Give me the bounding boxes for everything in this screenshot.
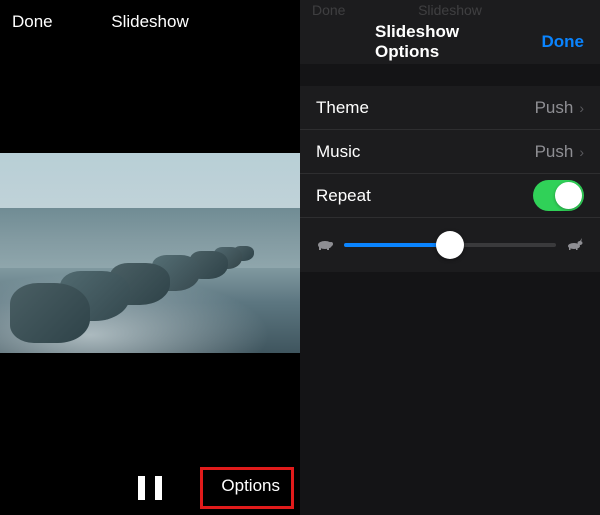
repeat-toggle[interactable] — [533, 180, 584, 211]
dimmed-title: Slideshow — [418, 2, 482, 18]
hare-icon — [566, 237, 584, 253]
options-button[interactable]: Options — [213, 469, 288, 503]
toggle-knob — [555, 182, 582, 209]
empty-area — [300, 272, 600, 515]
dimmed-background-header: Done Slideshow — [300, 0, 600, 20]
player-title: Slideshow — [111, 12, 189, 32]
dimmed-done: Done — [312, 2, 345, 18]
options-list: Theme Push › Music Push › Repeat — [300, 86, 600, 272]
slideshow-player-screen: Done Slideshow Options — [0, 0, 300, 515]
music-row[interactable]: Music Push › — [300, 130, 600, 174]
photo-viewport — [0, 44, 300, 461]
music-value: Push — [535, 142, 574, 162]
chevron-right-icon: › — [579, 144, 584, 160]
slider-fill — [344, 243, 450, 247]
music-label: Music — [316, 142, 535, 162]
repeat-row: Repeat — [300, 174, 600, 218]
player-header: Done Slideshow — [0, 0, 300, 44]
tortoise-icon — [316, 237, 334, 253]
slideshow-photo — [0, 153, 300, 353]
speed-slider-row — [300, 218, 600, 272]
options-sheet-title: Slideshow Options — [375, 22, 525, 62]
chevron-right-icon: › — [579, 100, 584, 116]
theme-label: Theme — [316, 98, 535, 118]
done-button[interactable]: Done — [12, 12, 53, 32]
pause-button[interactable] — [138, 476, 162, 500]
slider-thumb — [436, 231, 464, 259]
pause-icon — [138, 476, 145, 500]
theme-row[interactable]: Theme Push › — [300, 86, 600, 130]
section-gap — [300, 64, 600, 86]
pause-icon — [155, 476, 162, 500]
slideshow-options-screen: Done Slideshow Slideshow Options Done Th… — [300, 0, 600, 515]
repeat-label: Repeat — [316, 186, 533, 206]
options-sheet-header: Slideshow Options Done — [300, 20, 600, 64]
theme-value: Push — [535, 98, 574, 118]
done-button[interactable]: Done — [542, 32, 585, 52]
player-footer: Options — [0, 461, 300, 515]
speed-slider[interactable] — [344, 243, 556, 247]
